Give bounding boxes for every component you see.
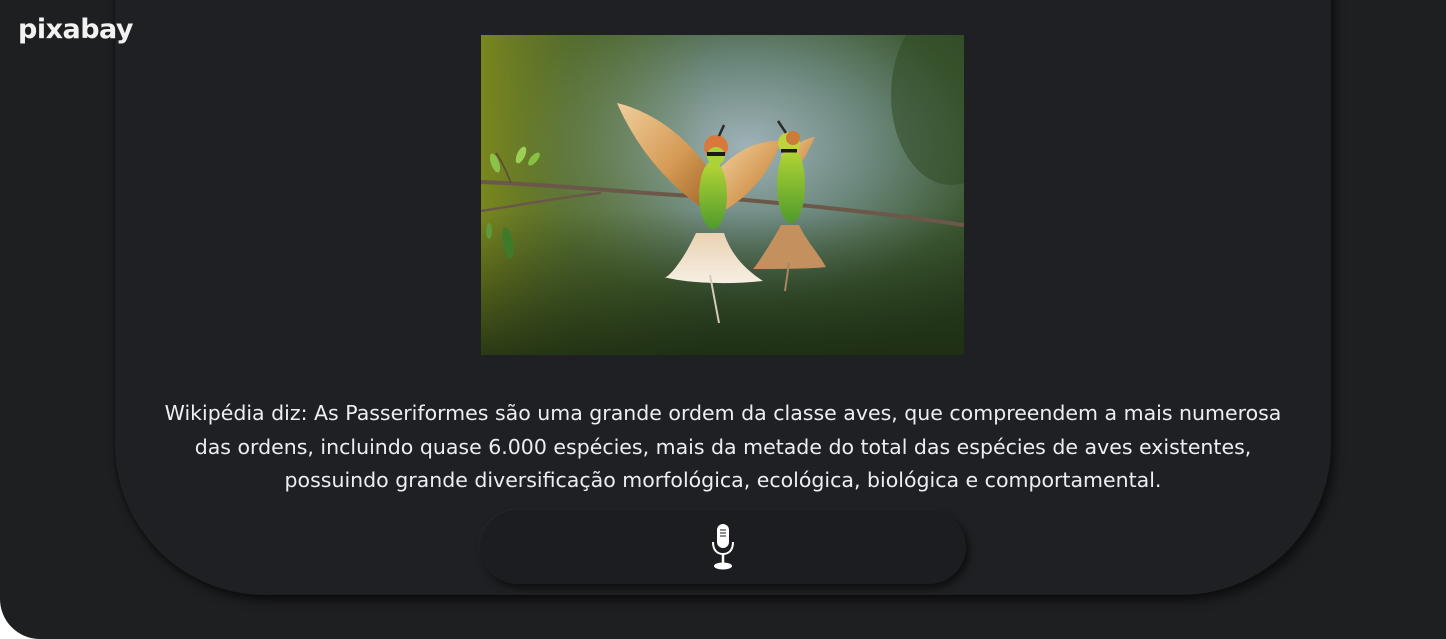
bird-photo-illustration <box>481 35 964 355</box>
page: pixabay Wikipédia diz: As Passeriformes … <box>0 0 1446 639</box>
voice-input-button[interactable] <box>480 510 966 584</box>
bird-photo <box>481 35 964 355</box>
pixabay-logo[interactable]: pixabay <box>18 14 134 45</box>
microphone-icon <box>712 524 734 570</box>
wikipedia-caption: Wikipédia diz: As Passeriformes são uma … <box>164 401 1282 492</box>
